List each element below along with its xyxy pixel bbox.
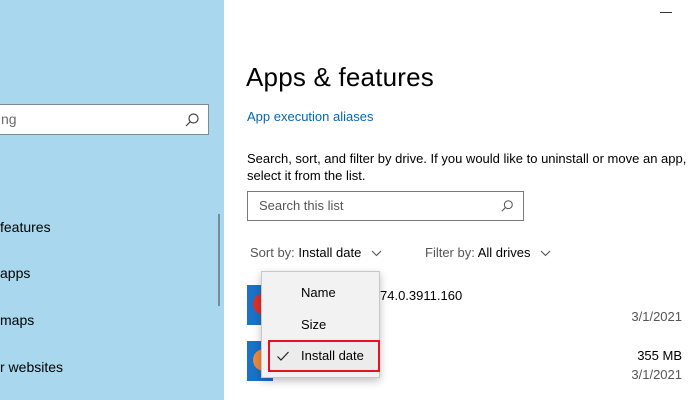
filter-by-prefix: Filter by:	[425, 245, 475, 260]
chevron-down-icon	[371, 250, 382, 257]
sort-by-dropdown[interactable]: Sort by: Install date	[250, 245, 382, 260]
app-execution-aliases-link[interactable]: App execution aliases	[247, 109, 373, 124]
checkmark-icon	[277, 351, 289, 361]
sort-option-install-date[interactable]: Install date	[268, 340, 380, 372]
sort-by-value: Install date	[298, 245, 362, 260]
description-text: Search, sort, and filter by drive. If yo…	[247, 151, 687, 183]
sort-option-label: Install date	[301, 348, 364, 363]
filter-by-value: All drives	[477, 245, 531, 260]
search-icon	[185, 113, 199, 127]
settings-search-input[interactable]: ng	[0, 104, 209, 135]
search-list-placeholder: Search this list	[259, 198, 344, 213]
app-version-text: 74.0.3911.160	[380, 288, 463, 303]
sidebar-scrollbar[interactable]	[218, 214, 220, 306]
search-icon	[501, 200, 513, 212]
sidebar-item-apps-for-websites[interactable]: r websites	[0, 359, 63, 375]
app-install-date: 3/1/2021	[631, 367, 682, 382]
settings-search-text: ng	[1, 111, 17, 127]
sort-option-name[interactable]: Name	[262, 279, 379, 307]
app-install-date: 3/1/2021	[631, 309, 682, 324]
sidebar: ng features apps maps r websites	[0, 0, 224, 400]
page-title: Apps & features	[246, 62, 434, 92]
search-list-input[interactable]: Search this list	[247, 191, 524, 221]
sidebar-item-apps-features[interactable]: features	[0, 219, 51, 235]
app-size: 355 MB	[637, 348, 682, 363]
sort-option-label: Size	[301, 317, 327, 332]
sidebar-item-offline-maps[interactable]: maps	[0, 312, 34, 328]
sort-menu: Name Size Install date	[261, 271, 380, 378]
sidebar-item-default-apps[interactable]: apps	[0, 265, 30, 281]
minimize-icon[interactable]	[660, 12, 672, 13]
chevron-down-icon	[540, 250, 551, 257]
sort-option-size[interactable]: Size	[262, 311, 379, 339]
sort-option-label: Name	[301, 285, 336, 300]
filter-by-dropdown[interactable]: Filter by: All drives	[425, 245, 551, 260]
sort-by-prefix: Sort by:	[250, 245, 295, 260]
